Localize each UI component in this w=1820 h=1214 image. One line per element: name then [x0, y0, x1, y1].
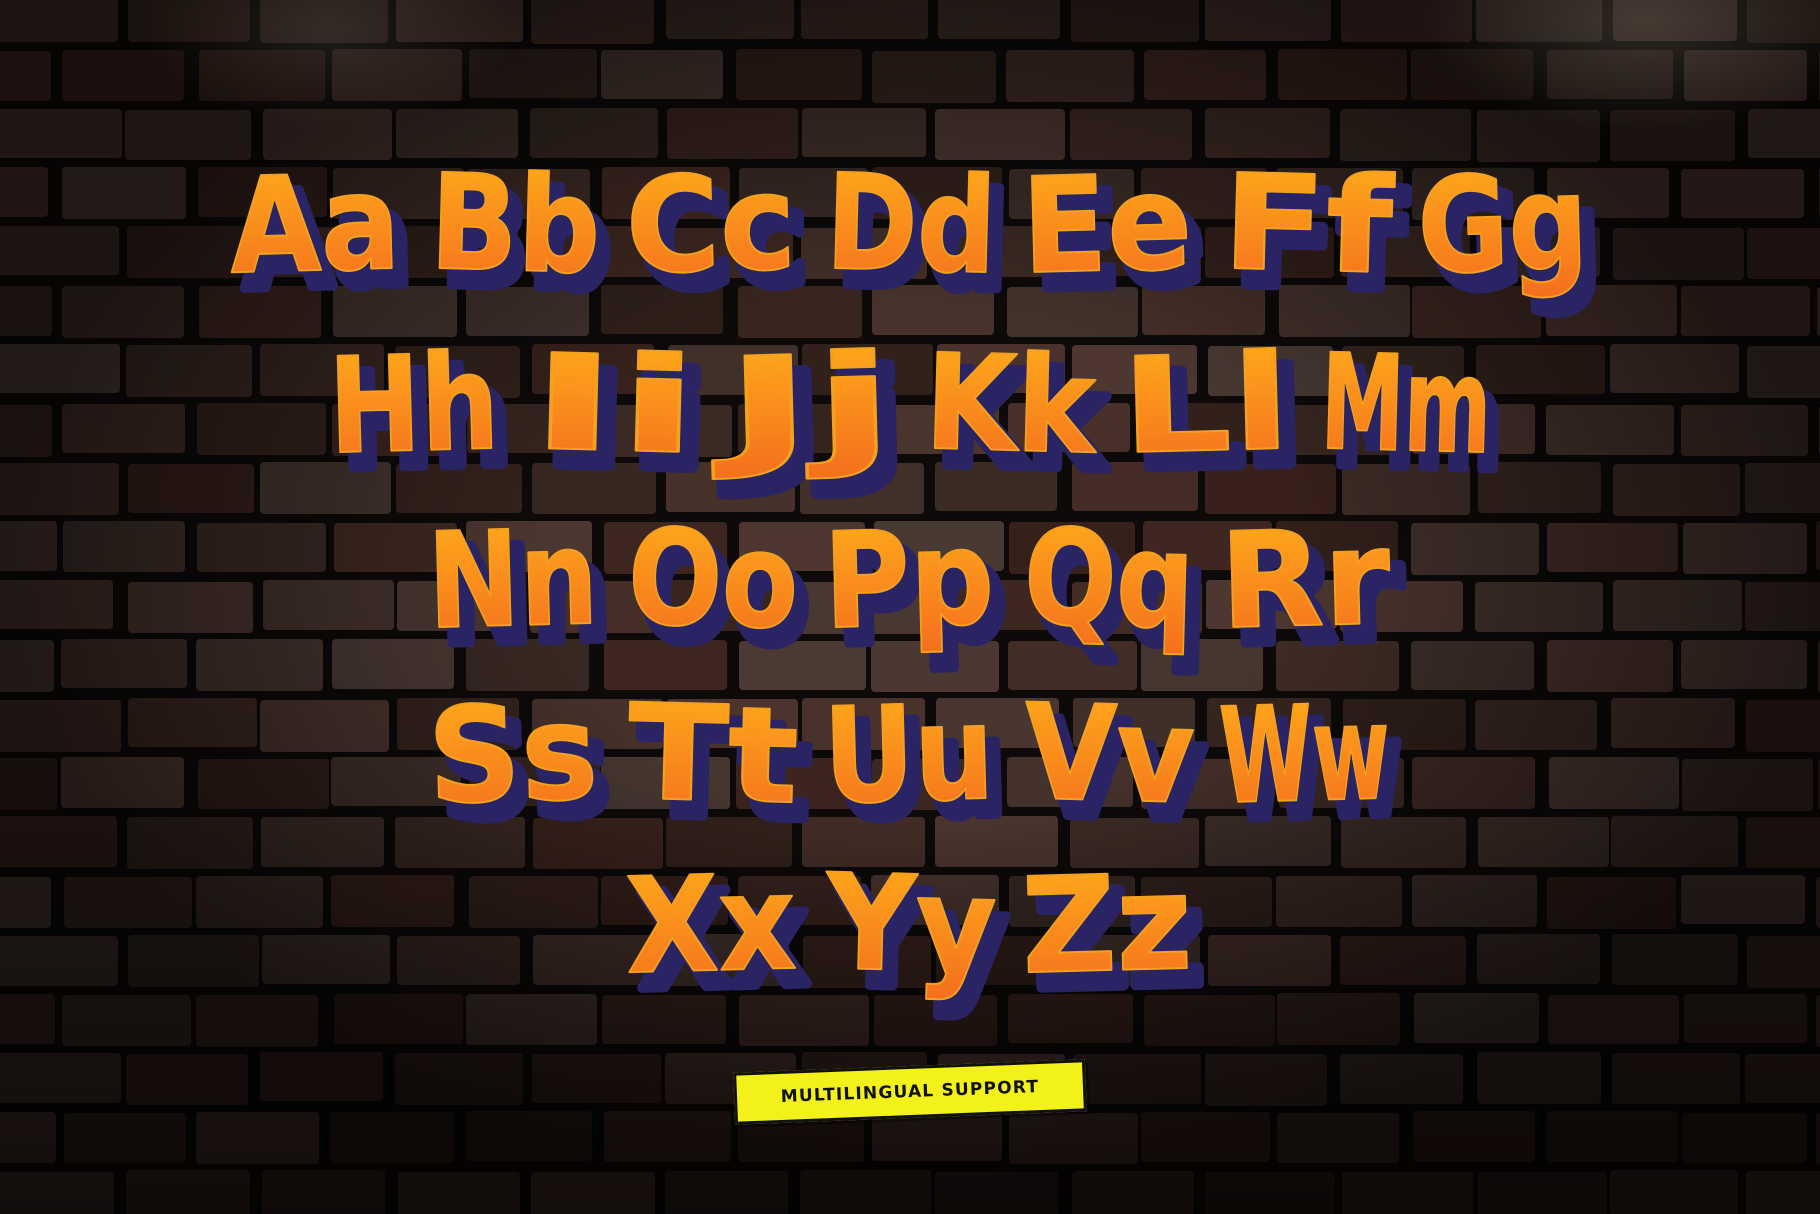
letter-pair-n: NnNn	[425, 500, 617, 680]
alphabet-row: XxXx YyYy ZzZz	[623, 845, 1211, 1026]
letter-pair-a: AaAa	[227, 145, 419, 325]
letter-pair-r: RrRr	[1217, 500, 1409, 680]
alphabet-row: SsSs TtTt UuUu VvVv WwWw	[425, 675, 1409, 856]
letter-pair-z: ZzZz	[1019, 845, 1211, 1025]
letter-pair-glyph: Vv	[1022, 676, 1196, 834]
letter-pair-glyph: Oo	[626, 501, 800, 659]
alphabet-row: HhHh IiIi JjJj KkKk LlLl MmMm	[326, 325, 1510, 506]
letter-pair-glyph: Cc	[624, 146, 798, 304]
letter-pair-glyph: Pp	[822, 501, 996, 659]
letter-pair-v: VvVv	[1021, 675, 1213, 856]
alphabet-specimen: AaAa BbBb CcCc DdDd EeEe FfFf GgGgHhHh IiIi JjJj…	[227, 145, 1607, 1026]
font-specimen-canvas: Aa Aa Bb Bb Cc Cc Dd Dd Ee Ee Ff Ff Gg Gg Hh Hh Ii Ii Jj Jj…	[0, 0, 1820, 1214]
letter-pair-glyph: Nn	[426, 501, 600, 659]
alphabet-row: NnNn OoOo PpPp QqQqRrRr	[425, 500, 1409, 681]
letter-pair-d: DdDd	[823, 145, 1015, 326]
letter-pair-glyph: Tt	[626, 676, 800, 834]
letter-pair-q: QqQq	[1021, 500, 1213, 681]
letter-pair-h: HhHh	[326, 325, 518, 505]
alphabet-rows: AaAa BbBb CcCc DdDd EeEe FfFf GgGgHhHh IiIi JjJj…	[227, 145, 1607, 1026]
letter-pair-w: WwWw	[1217, 675, 1409, 855]
letter-pair-f: FfFf	[1219, 145, 1412, 326]
letter-pair-o: OoOo	[625, 500, 817, 681]
letter-pair-p: PpPp	[821, 500, 1013, 680]
letter-pair-j: JjJj	[707, 325, 914, 505]
letter-pair-e: EeEe	[1019, 145, 1211, 325]
letter-pair-t: TtTt	[625, 675, 817, 856]
letter-pair-glyph: Jj	[708, 326, 896, 485]
letter-pair-glyph: Xx	[624, 846, 798, 1004]
letter-pair-c: CcCc	[623, 145, 815, 325]
letter-pair-glyph: Bb	[428, 146, 602, 304]
letter-pair-glyph: Ss	[426, 676, 600, 834]
letter-pair-i: IiIi	[526, 325, 718, 506]
letter-pair-glyph: Hh	[327, 326, 501, 484]
letter-pair-u: UuUu	[821, 675, 1013, 855]
letter-pair-glyph: Yy	[822, 846, 998, 1004]
letter-pair-glyph: Qq	[1022, 501, 1196, 659]
letter-pair-glyph: Zz	[1020, 846, 1194, 1004]
letter-pair-glyph: Aa	[228, 146, 402, 304]
letter-pair-glyph: Ww	[1218, 676, 1392, 834]
letter-pair-glyph: Mm	[1319, 326, 1493, 484]
letter-pair-b: BbBb	[427, 145, 619, 326]
letter-pair-glyph: Uu	[822, 676, 996, 834]
letter-pair-y: YyYy	[821, 845, 1014, 1026]
letter-pair-glyph: Kk	[923, 326, 1100, 484]
letter-pair-s: SsSs	[425, 675, 617, 855]
badge-label: MULTILINGUAL SUPPORT	[780, 1077, 1040, 1107]
letter-pair-glyph: Ll	[1119, 326, 1293, 484]
letter-pair-x: XxXx	[623, 845, 815, 1025]
letter-pair-glyph: Rr	[1218, 501, 1392, 659]
alphabet-row: AaAa BbBb CcCc DdDd EeEe FfFf GgGg	[227, 145, 1607, 326]
letter-pair-glyph: Ff	[1220, 146, 1396, 304]
letter-pair-m: MmMm	[1318, 325, 1510, 506]
letter-pair-glyph: Ee	[1020, 146, 1194, 304]
letter-pair-g: GgGg	[1415, 145, 1607, 325]
letter-pair-k: KkKk	[922, 325, 1116, 506]
letter-pair-glyph: Ii	[527, 326, 701, 484]
letter-pair-l: LlLl	[1118, 325, 1310, 505]
letter-pair-glyph: Gg	[1416, 146, 1590, 304]
letter-pair-glyph: Dd	[824, 146, 998, 304]
